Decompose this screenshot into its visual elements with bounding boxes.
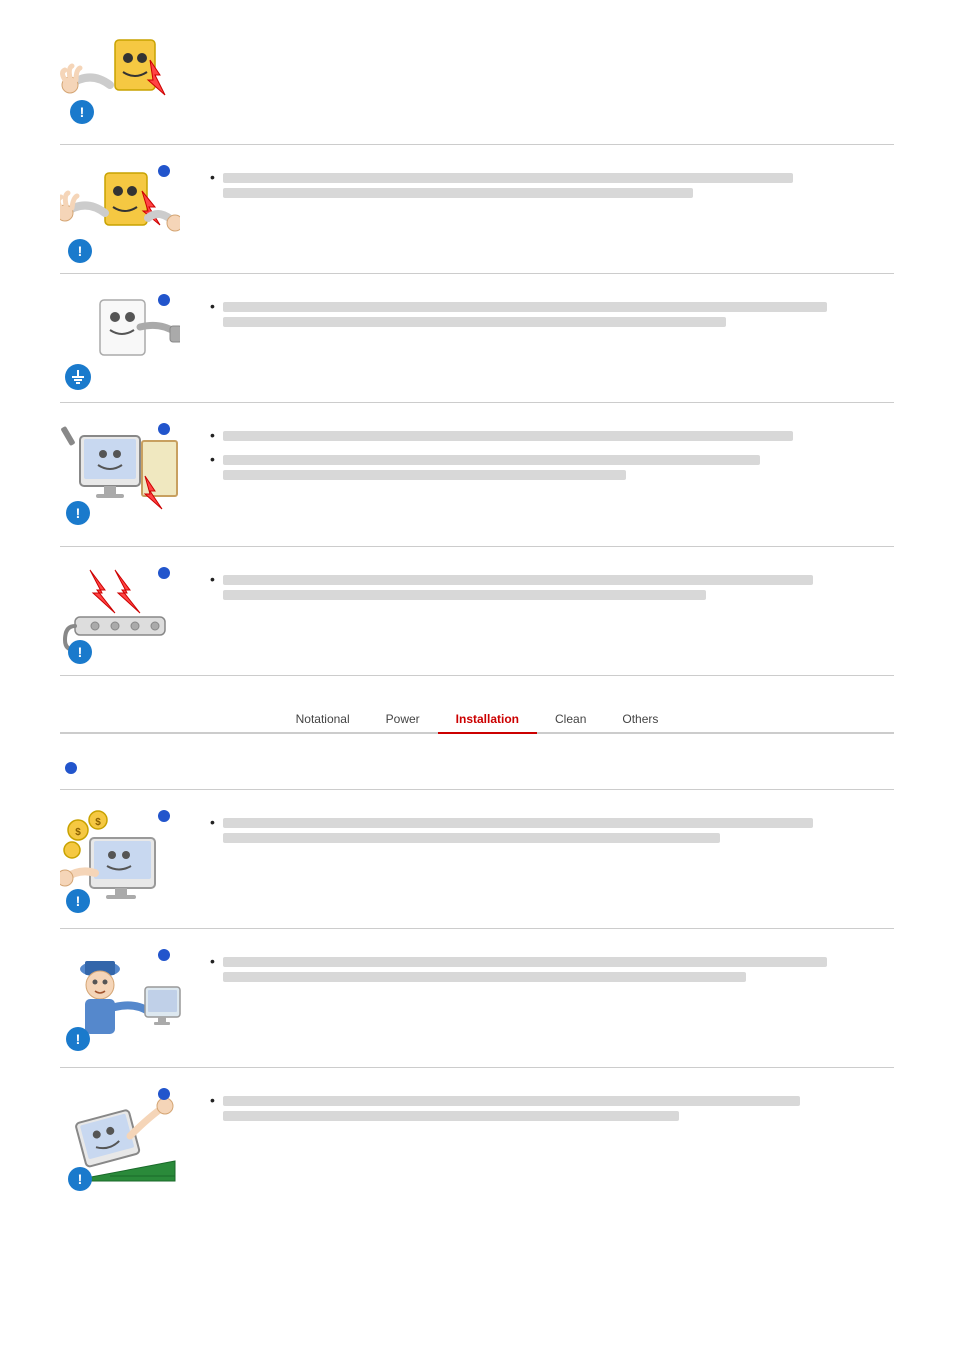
person-monitor-svg: !	[60, 947, 185, 1055]
circle-indicator-b3	[158, 949, 170, 961]
illustration-1: !	[60, 30, 180, 130]
circle-indicator-b2	[158, 810, 170, 822]
circle-indicator-5	[158, 567, 170, 579]
nav-container: Notational Power Installation Clean Othe…	[60, 706, 894, 734]
bullet-3-1	[200, 297, 894, 332]
section-b2-content	[180, 808, 894, 852]
illustration-3	[60, 292, 180, 392]
nav-installation-label: Installation	[456, 712, 519, 726]
section-1: !	[60, 20, 894, 144]
circle-indicator-3	[158, 294, 170, 306]
illustration-b3: !	[60, 947, 180, 1057]
standalone-circle-area	[65, 754, 894, 781]
section-b4-content	[180, 1086, 894, 1130]
svg-text:!: !	[76, 1031, 81, 1047]
section-2: !	[60, 145, 894, 274]
falling-warning-svg: !	[60, 1086, 185, 1194]
svg-text:!: !	[78, 1171, 83, 1187]
svg-text:!: !	[76, 893, 81, 909]
nav-notational[interactable]: Notational	[278, 706, 368, 732]
powerstrip-svg: !	[60, 565, 180, 665]
section-b3-content	[180, 947, 894, 991]
bullet-5-1	[200, 570, 894, 605]
bullet-b4-1	[200, 1091, 894, 1126]
nav-clean[interactable]: Clean	[537, 706, 604, 732]
section-b3: !	[60, 929, 894, 1068]
nav-installation[interactable]: Installation	[438, 706, 537, 732]
illustration-b2: $ $ !	[60, 808, 180, 918]
grounding-svg	[60, 292, 180, 397]
svg-text:$: $	[95, 817, 101, 828]
bullet-b3-1	[200, 952, 894, 987]
nav-power[interactable]: Power	[368, 706, 438, 732]
illustration-2: !	[60, 163, 180, 263]
bullet-4-2	[200, 450, 894, 485]
electric-warning-svg-1: !	[60, 30, 180, 130]
page-container: !	[0, 0, 954, 1246]
illustration-5: !	[60, 565, 180, 665]
section-b2: $ $ !	[60, 789, 894, 929]
nav-others[interactable]: Others	[604, 706, 676, 732]
section-3	[60, 274, 894, 403]
circle-indicator-2	[158, 165, 170, 177]
section-5-content	[180, 565, 894, 609]
standalone-blue-circle	[65, 762, 77, 774]
bullet-b2-1	[200, 813, 894, 848]
section-4-content	[180, 421, 894, 489]
bullet-4-1	[200, 426, 894, 446]
monitor-window-svg: !	[60, 421, 185, 531]
svg-text:!: !	[78, 243, 83, 259]
svg-text:!: !	[78, 644, 83, 660]
nav-clean-label: Clean	[555, 712, 586, 726]
section-b4: !	[60, 1068, 894, 1206]
section-3-content	[180, 292, 894, 336]
nav-notational-label: Notational	[296, 712, 350, 726]
section-5: !	[60, 547, 894, 676]
svg-text:$: $	[75, 827, 81, 838]
bullet-2-1	[200, 168, 894, 203]
circle-indicator-b4	[158, 1088, 170, 1100]
section-4: !	[60, 403, 894, 547]
electric-warning-svg-2: !	[60, 163, 180, 268]
nav-power-label: Power	[386, 712, 420, 726]
illustration-4: !	[60, 421, 180, 536]
nav-others-label: Others	[622, 712, 658, 726]
nav-bar: Notational Power Installation Clean Othe…	[60, 706, 894, 734]
svg-text:!: !	[80, 104, 85, 120]
coins-monitor-svg: $ $ !	[60, 808, 185, 916]
section-2-content	[180, 163, 894, 207]
illustration-b4: !	[60, 1086, 180, 1196]
svg-text:!: !	[76, 505, 81, 521]
circle-indicator-4	[158, 423, 170, 435]
